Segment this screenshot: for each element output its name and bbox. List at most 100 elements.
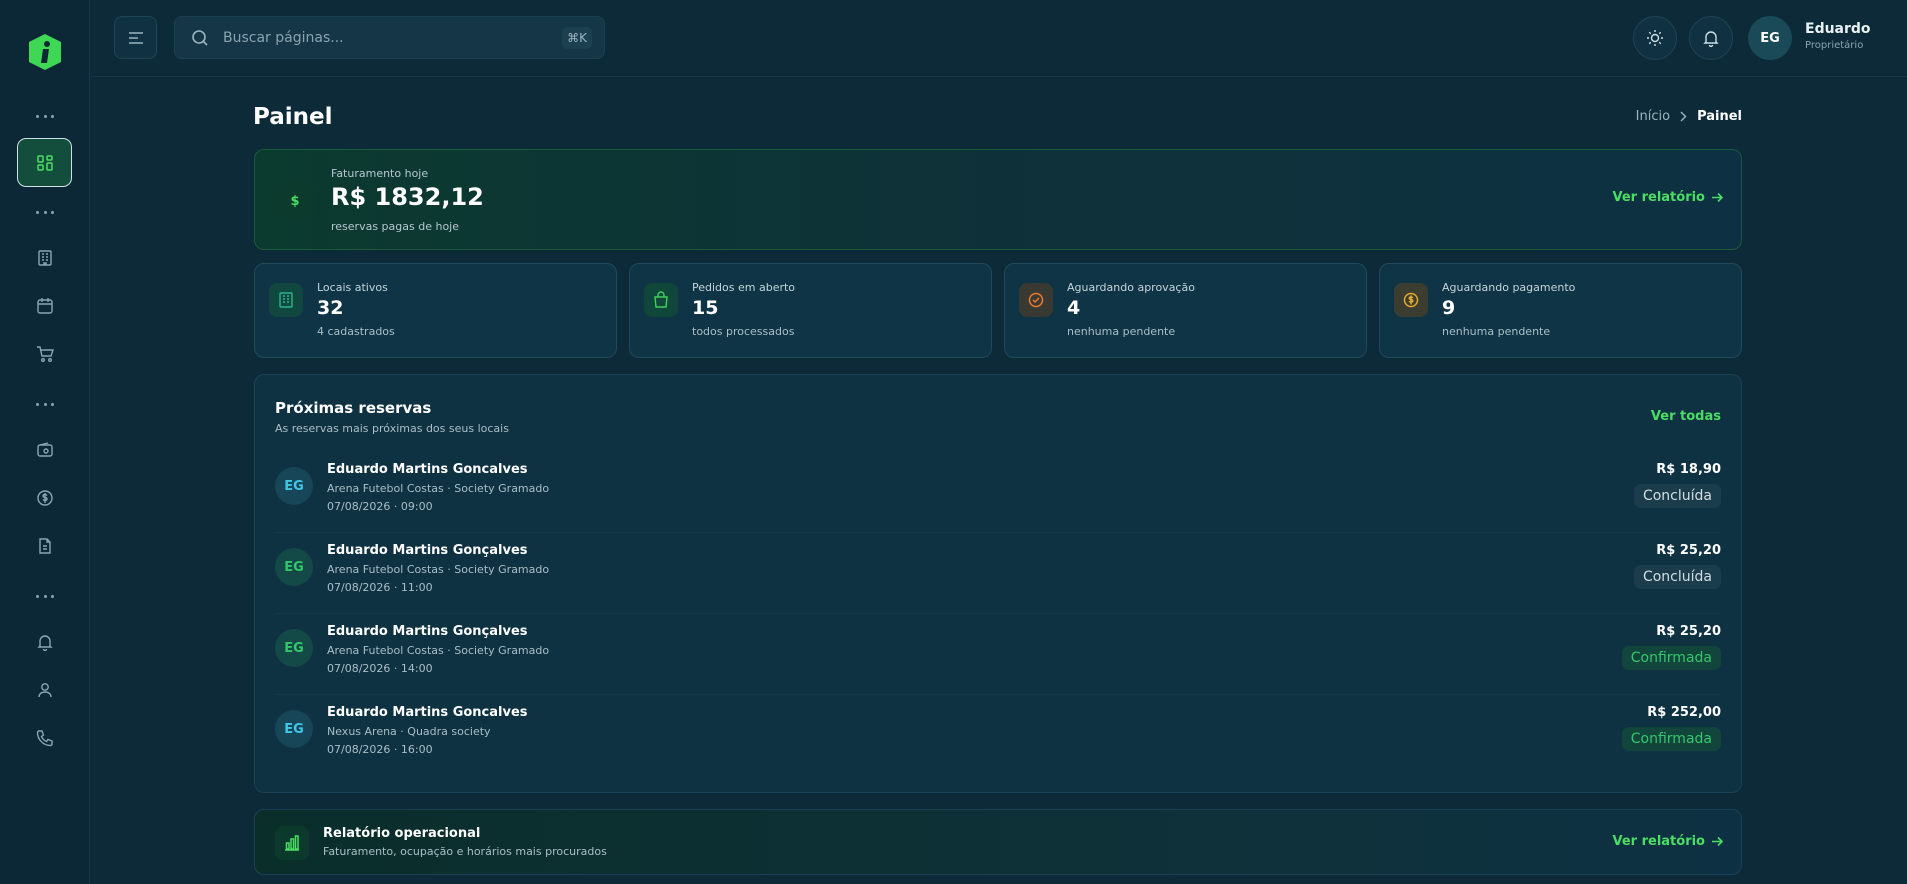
sidebar-item-calendar[interactable]	[32, 293, 58, 319]
arrow-right-icon	[1712, 836, 1724, 847]
revenue-label: Faturamento hoje	[331, 167, 429, 180]
report-title: Relatório operacional	[323, 826, 481, 841]
breadcrumb-current: Painel	[1697, 109, 1742, 124]
reservation-place: Arena Futebol Costas · Society Gramado	[327, 563, 550, 576]
sidebar-item-locations[interactable]	[32, 245, 58, 271]
sidebar-item-notifications[interactable]	[32, 629, 58, 655]
coin-icon	[1394, 283, 1428, 317]
reservation-customer: Eduardo Martins Gonçalves	[327, 624, 528, 639]
stat-card-pending-payment[interactable]: Aguardando pagamento 9 nenhuma pendente	[1379, 263, 1742, 358]
reservation-row[interactable]: EG Eduardo Martins Goncalves Arena Futeb…	[275, 452, 1721, 533]
revenue-value: R$ 1832,12	[331, 183, 484, 211]
sidebar-group-divider	[36, 594, 54, 598]
search-bar[interactable]: ⌘K	[174, 16, 605, 59]
theme-toggle-button[interactable]	[1633, 16, 1677, 60]
sidebar-group-divider	[36, 402, 54, 406]
reservation-date: 07/08/2026 · 11:00	[327, 581, 433, 594]
reservation-place: Arena Futebol Costas · Society Gramado	[327, 482, 550, 495]
sidebar-item-profile[interactable]	[32, 677, 58, 703]
building-icon	[269, 283, 303, 317]
dollar-icon: $	[276, 182, 314, 220]
reservation-place: Arena Futebol Costas · Society Gramado	[327, 644, 550, 657]
sidebar-item-finance[interactable]	[32, 485, 58, 511]
view-report-label: Ver relatório	[1612, 190, 1705, 205]
building-icon	[38, 250, 52, 266]
upcoming-reservations-card: Próximas reservas As reservas mais próxi…	[254, 374, 1742, 793]
reservation-price: R$ 25,20	[1656, 624, 1721, 639]
reservation-row[interactable]: EG Eduardo Martins Goncalves Nexus Arena…	[275, 695, 1721, 776]
view-report-label: Ver relatório	[1612, 834, 1705, 849]
stat-card-pending-approval[interactable]: Aguardando aprovação 4 nenhuma pendente	[1004, 263, 1367, 358]
stat-card-active-locations[interactable]: Locais ativos 32 4 cadastrados	[254, 263, 617, 358]
sidebar-item-support[interactable]	[32, 725, 58, 751]
reservation-date: 07/08/2026 · 14:00	[327, 662, 433, 675]
menu-toggle-button[interactable]	[114, 16, 157, 59]
report-subtitle: Faturamento, ocupação e horários mais pr…	[323, 845, 607, 858]
stat-subtitle: todos processados	[692, 325, 795, 338]
reservation-customer: Eduardo Martins Goncalves	[327, 705, 528, 720]
dollar-circle-icon	[37, 490, 53, 506]
search-shortcut-badge: ⌘K	[562, 27, 592, 49]
top-bar: ⌘K EG Eduardo Proprietário	[91, 0, 1907, 77]
stat-subtitle: nenhuma pendente	[1442, 325, 1551, 338]
bell-icon	[1703, 31, 1719, 47]
bar-chart-icon	[275, 826, 309, 860]
reservation-row[interactable]: EG Eduardo Martins Gonçalves Arena Futeb…	[275, 614, 1721, 695]
calendar-icon	[37, 298, 53, 314]
view-all-link[interactable]: Ver todas	[1651, 409, 1721, 424]
sun-icon	[1647, 30, 1663, 46]
section-title: Próximas reservas	[275, 399, 432, 417]
stat-value: 4	[1067, 297, 1081, 319]
reservation-price: R$ 18,90	[1656, 462, 1721, 477]
revenue-today-card: $ Faturamento hoje R$ 1832,12 reservas p…	[254, 149, 1742, 250]
phone-icon	[36, 730, 53, 747]
reservation-price: R$ 252,00	[1647, 705, 1721, 720]
user-role: Proprietário	[1805, 40, 1864, 51]
cart-icon	[37, 346, 54, 362]
avatar: EG	[275, 467, 313, 505]
status-badge: Confirmada	[1621, 727, 1721, 751]
view-report-link[interactable]: Ver relatório	[1612, 190, 1724, 205]
chevron-right-icon	[1680, 111, 1687, 122]
view-report-link[interactable]: Ver relatório	[1612, 834, 1724, 849]
dashboard-icon	[36, 154, 53, 171]
reservation-row[interactable]: EG Eduardo Martins Gonçalves Arena Futeb…	[275, 533, 1721, 614]
breadcrumb-home-link[interactable]: Início	[1636, 109, 1670, 124]
bag-icon	[644, 283, 678, 317]
notifications-button[interactable]	[1689, 16, 1733, 60]
sidebar-item-orders[interactable]	[32, 341, 58, 367]
wallet-icon	[37, 442, 53, 457]
reservation-customer: Eduardo Martins Gonçalves	[327, 543, 528, 558]
arrow-right-icon	[1712, 192, 1724, 203]
stat-value: 15	[692, 297, 719, 319]
reservation-price: R$ 25,20	[1656, 543, 1721, 558]
menu-icon	[128, 31, 143, 44]
avatar: EG	[275, 710, 313, 748]
sidebar	[0, 0, 90, 884]
reservation-customer: Eduardo Martins Goncalves	[327, 462, 528, 477]
sidebar-item-dashboard[interactable]	[17, 138, 72, 187]
status-badge: Concluída	[1633, 484, 1721, 508]
sidebar-group-divider	[36, 210, 54, 214]
revenue-subtitle: reservas pagas de hoje	[331, 220, 459, 233]
reservation-place: Nexus Arena · Quadra society	[327, 725, 491, 738]
avatar: EG	[275, 548, 313, 586]
reservation-date: 07/08/2026 · 09:00	[327, 500, 433, 513]
stat-subtitle: 4 cadastrados	[317, 325, 395, 338]
document-icon	[39, 538, 51, 554]
user-name[interactable]: Eduardo	[1805, 21, 1871, 37]
app-logo-icon[interactable]	[25, 32, 65, 72]
sidebar-item-reports[interactable]	[32, 533, 58, 559]
stat-value: 9	[1442, 297, 1456, 319]
sidebar-item-payments[interactable]	[32, 437, 58, 463]
search-icon	[192, 30, 208, 46]
status-badge: Concluída	[1633, 565, 1721, 589]
section-subtitle: As reservas mais próximas dos seus locai…	[275, 422, 509, 435]
stat-label: Aguardando aprovação	[1067, 281, 1195, 294]
breadcrumb: Início Painel	[1636, 109, 1742, 124]
user-icon	[38, 683, 52, 698]
stat-label: Locais ativos	[317, 281, 388, 294]
user-avatar[interactable]: EG	[1748, 16, 1792, 60]
search-input[interactable]	[223, 27, 523, 49]
stat-card-open-orders[interactable]: Pedidos em aberto 15 todos processados	[629, 263, 992, 358]
